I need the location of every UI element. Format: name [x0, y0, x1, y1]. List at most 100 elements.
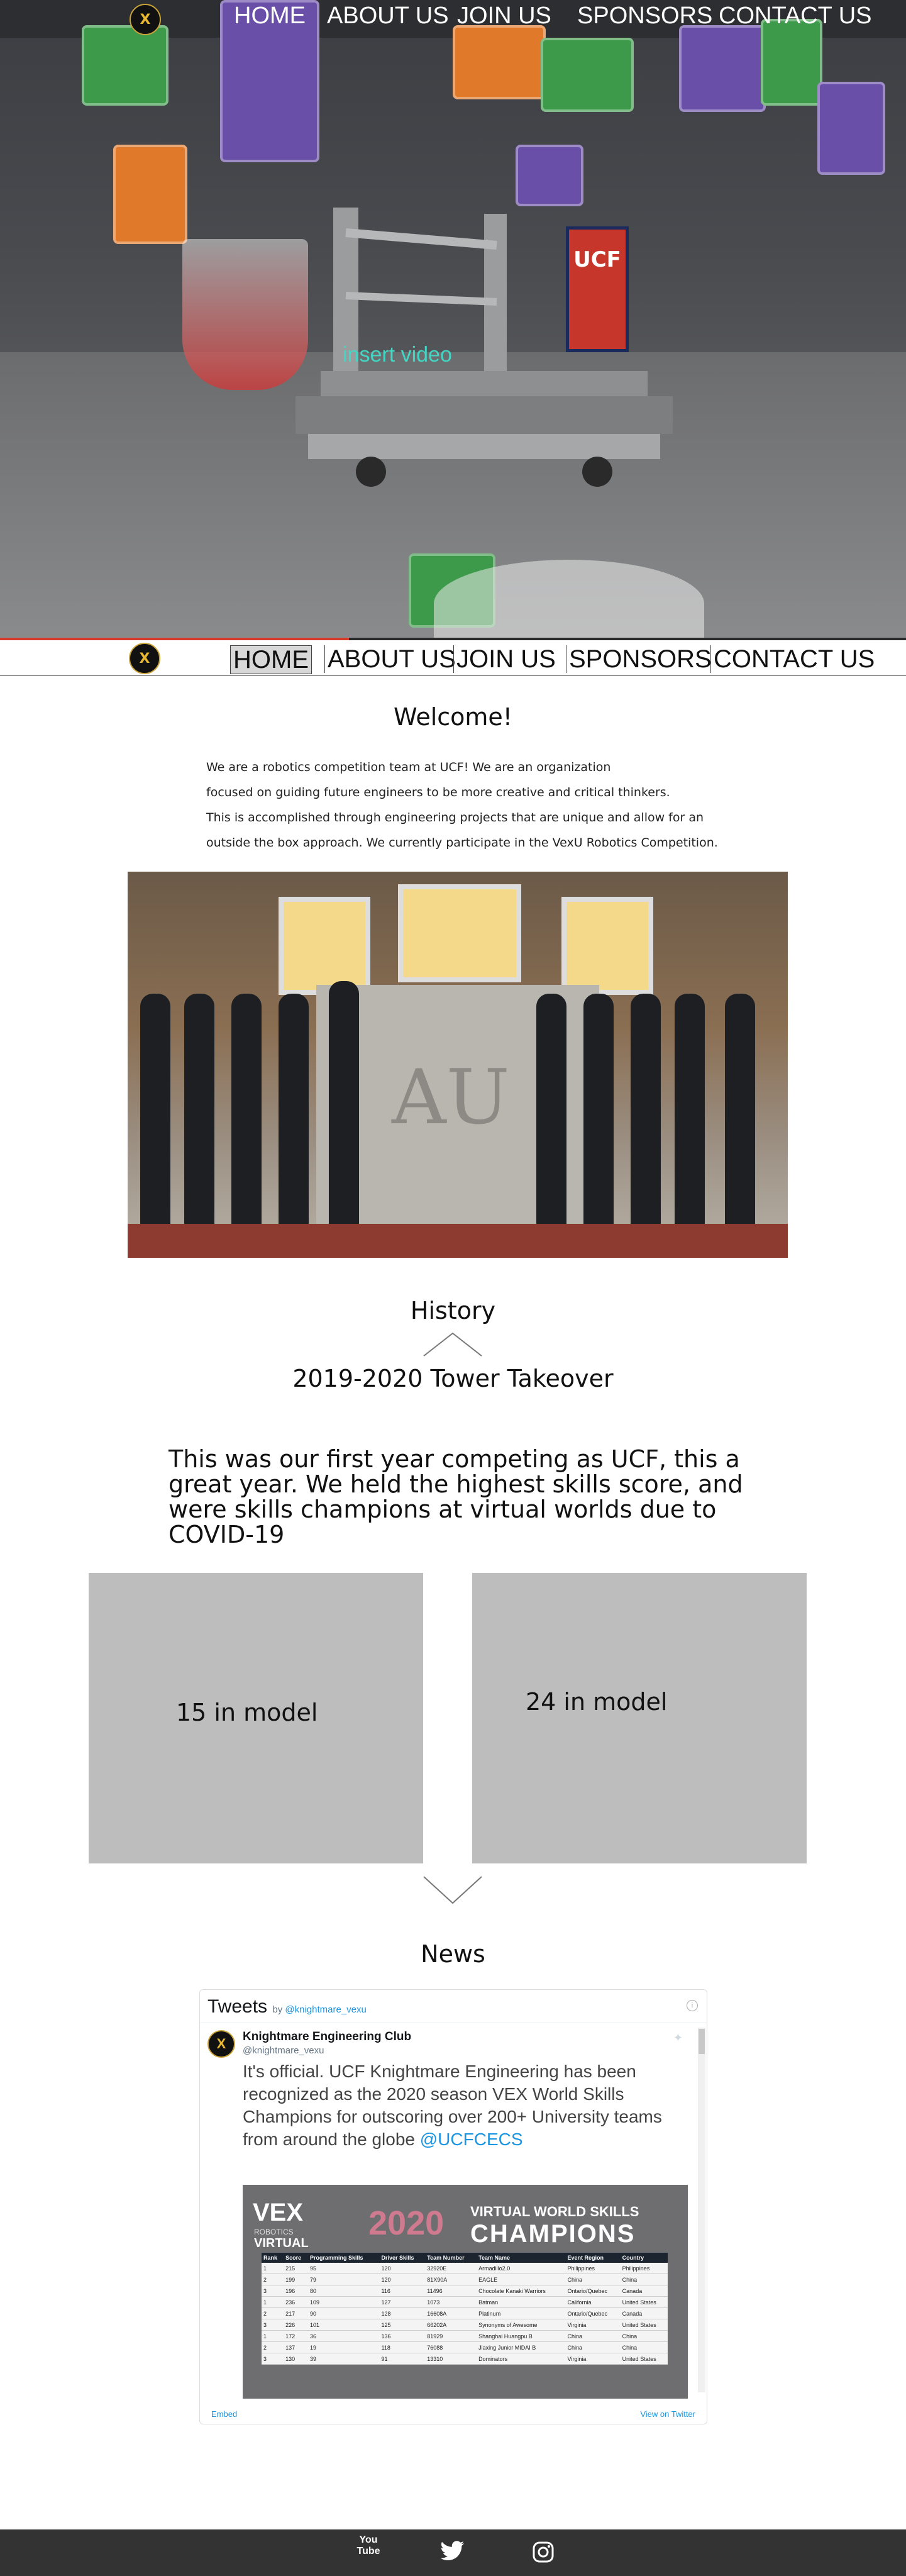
- welcome-line: focused on guiding future engineers to b…: [206, 786, 670, 799]
- timeline-by: by: [272, 2004, 283, 2015]
- table-cell: 120: [379, 2273, 426, 2285]
- table-row: 3 196 80 116 11496 Chocolate Kanaki Warriors O…: [262, 2285, 668, 2297]
- table-cell: Virginia: [565, 2319, 621, 2331]
- table-cell: 1: [262, 2263, 284, 2274]
- nav-about[interactable]: ABOUT US: [324, 645, 458, 673]
- table-cell: 120: [379, 2263, 426, 2274]
- table-cell: Ontario/Quebec: [565, 2307, 621, 2319]
- au-monogram: AU: [392, 1054, 510, 1141]
- embed-link[interactable]: Embed: [211, 2409, 237, 2419]
- hero-overlay-text: insert video: [343, 343, 452, 367]
- table-cell: 81929: [425, 2330, 477, 2342]
- table-cell: 3: [262, 2353, 284, 2365]
- nav-home[interactable]: HOME: [230, 645, 312, 674]
- logo-glyph: X: [139, 650, 150, 667]
- table-cell: 130: [284, 2353, 308, 2365]
- table-cell: 116: [379, 2285, 426, 2297]
- tweet-author-name[interactable]: Knightmare Engineering Club: [243, 2030, 411, 2044]
- table-cell: China: [620, 2341, 668, 2353]
- table-row: 1 215 95 120 32920E Armadillo2.0 Philippines Ph…: [262, 2263, 668, 2274]
- timeline-scrollbar[interactable]: [698, 2028, 705, 2392]
- table-header: Event Region: [565, 2253, 621, 2263]
- history-subtitle: 2019-2020 Tower Takeover: [292, 1365, 614, 1392]
- twitter-bird-icon: ✦: [673, 2031, 683, 2044]
- info-icon[interactable]: i: [687, 2000, 698, 2011]
- table-header: Team Name: [477, 2253, 566, 2263]
- table-cell: 91: [379, 2353, 426, 2365]
- hero-cup: [434, 560, 704, 640]
- team-member: [631, 994, 661, 1233]
- team-member: [140, 994, 170, 1233]
- twitter-icon[interactable]: [440, 2541, 465, 2562]
- table-cell: Virginia: [565, 2353, 621, 2365]
- nav-join[interactable]: JOIN US: [453, 645, 558, 673]
- table-cell: Chocolate Kanaki Warriors: [477, 2285, 566, 2297]
- twitter-timeline[interactable]: Tweets by @knightmare_vexu i X Knightmar…: [199, 1989, 707, 2424]
- table-cell: 11496: [425, 2285, 477, 2297]
- champions-table: Rank Score Programming Skills Driver Ski…: [262, 2253, 668, 2365]
- table-cell: 236: [284, 2296, 308, 2308]
- team-member: [583, 994, 614, 1233]
- table-header: Programming Skills: [307, 2253, 380, 2263]
- table-cell: 2: [262, 2307, 284, 2319]
- welcome-title: Welcome!: [393, 703, 513, 731]
- image-year: 2020: [368, 2204, 445, 2242]
- table-cell: 125: [379, 2319, 426, 2331]
- table-cell: 95: [307, 2263, 380, 2274]
- youtube-icon[interactable]: You Tube: [356, 2534, 381, 2557]
- table-cell: California: [565, 2296, 621, 2308]
- history-title: History: [410, 1297, 496, 1324]
- vex-sublogo: ROBOTICS: [254, 2228, 294, 2236]
- table-cell: China: [565, 2330, 621, 2342]
- avatar[interactable]: X: [207, 2030, 235, 2058]
- photo-ground: [128, 1224, 788, 1258]
- table-cell: 81X90A: [425, 2273, 477, 2285]
- image-heading-2: CHAMPIONS: [470, 2220, 636, 2248]
- hero-nav-sponsors[interactable]: SPONSORS: [577, 3, 712, 30]
- club-logo[interactable]: X: [130, 4, 161, 35]
- welcome-paragraph: We are a robotics competition team at UC…: [206, 755, 772, 855]
- team-member: [725, 994, 755, 1233]
- chevron-down-icon[interactable]: [421, 1874, 484, 1906]
- image-heading-1: VIRTUAL WORLD SKILLS: [470, 2204, 639, 2219]
- table-cell: 127: [379, 2296, 426, 2308]
- hero-nav-contact[interactable]: CONTACT US: [719, 3, 872, 30]
- timeline-handle-link[interactable]: @knightmare_vexu: [285, 2004, 366, 2015]
- tweet-image[interactable]: VEX ROBOTICS VIRTUAL 2020 VIRTUAL WORLD …: [243, 2185, 688, 2399]
- table-cell: 66202A: [425, 2319, 477, 2331]
- table-row: 3 226 101 125 66202A Synonyms of Awesome Virgi…: [262, 2319, 668, 2331]
- team-member: [329, 981, 359, 1233]
- hero-nav-home[interactable]: HOME: [234, 3, 306, 30]
- tweet-mention-link[interactable]: @UCFCECS: [420, 2129, 523, 2149]
- team-photo: AU: [128, 872, 788, 1258]
- ucf-sign-text: UCF: [573, 247, 621, 272]
- team-member: [279, 994, 309, 1233]
- tweet-author-handle[interactable]: @knightmare_vexu: [243, 2045, 324, 2056]
- youtube-label: You Tube: [356, 2534, 380, 2557]
- table-cell: United States: [620, 2296, 668, 2308]
- vex-virtual: VIRTUAL: [254, 2236, 309, 2250]
- view-on-twitter-link[interactable]: View on Twitter: [640, 2409, 695, 2419]
- table-cell: United States: [620, 2319, 668, 2331]
- instagram-icon[interactable]: [532, 2541, 555, 2563]
- table-cell: Synonyms of Awesome: [477, 2319, 566, 2331]
- table-header-row: Rank Score Programming Skills Driver Ski…: [262, 2253, 668, 2263]
- table-cell: 2: [262, 2273, 284, 2285]
- table-cell: 39: [307, 2353, 380, 2365]
- footer: You Tube: [0, 2529, 906, 2576]
- club-logo[interactable]: X: [129, 643, 160, 674]
- scrollbar-thumb[interactable]: [699, 2029, 705, 2054]
- hero-video[interactable]: UCF insert video X HOME ABOUT US JOIN US…: [0, 0, 906, 640]
- table-cell: Dominators: [477, 2353, 566, 2365]
- table-row: 1 172 36 136 81929 Shanghai Huangpu B China Chi…: [262, 2330, 668, 2342]
- hero-nav-about[interactable]: ABOUT US: [327, 3, 449, 30]
- hero-nav-join[interactable]: JOIN US: [457, 3, 551, 30]
- nav-sponsors[interactable]: SPONSORS: [566, 645, 714, 673]
- chevron-up-icon[interactable]: [421, 1331, 484, 1358]
- table-cell: Philippines: [620, 2263, 668, 2274]
- table-cell: 217: [284, 2307, 308, 2319]
- vex-logo-text: VEX: [253, 2199, 304, 2226]
- nav-contact[interactable]: CONTACT US: [710, 645, 877, 673]
- news-title: News: [421, 1940, 485, 1968]
- hero-cube: [113, 145, 187, 244]
